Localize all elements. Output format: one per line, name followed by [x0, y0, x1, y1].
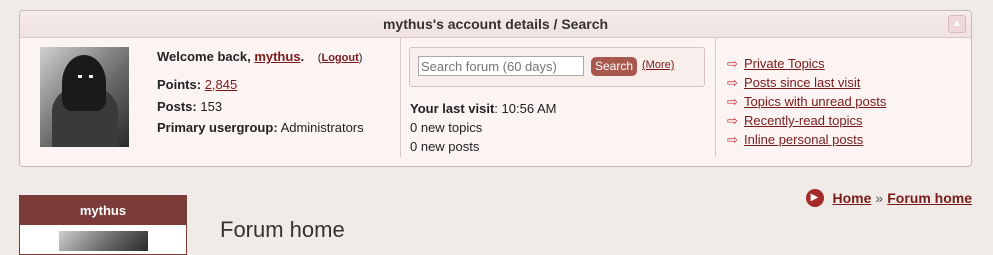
arrow-right-icon: ⇨	[727, 74, 738, 90]
breadcrumb-separator: »	[875, 190, 884, 206]
quick-link-posts-since-last-visit[interactable]: ⇨ Posts since last visit	[727, 73, 886, 92]
arrow-right-icon: ⇨	[727, 131, 738, 147]
usergroup-stat: Primary usergroup: Administrators	[157, 120, 364, 135]
collapse-icon[interactable]: ▲	[948, 15, 966, 33]
welcome-prefix: Welcome back,	[157, 49, 255, 64]
welcome-line: Welcome back, mythus. (Logout)	[157, 49, 362, 64]
points-stat: Points: 2,845	[157, 77, 237, 92]
last-visit: Your last visit: 10:56 AM	[410, 101, 556, 116]
usergroup-value: Administrators	[280, 120, 364, 135]
avatar[interactable]	[59, 231, 148, 251]
home-icon[interactable]: ▶	[805, 189, 824, 207]
welcome-suffix: .	[300, 49, 305, 64]
arrow-right-icon: ⇨	[727, 112, 738, 128]
quick-link-label[interactable]: Topics with unread posts	[744, 94, 886, 109]
quick-link-recently-read[interactable]: ⇨ Recently-read topics	[727, 111, 886, 130]
quick-link-label[interactable]: Recently-read topics	[744, 113, 863, 128]
logout-wrap: (Logout)	[318, 52, 363, 64]
breadcrumb-home[interactable]: Home	[833, 190, 872, 206]
panel-title: mythus's account details / Search	[20, 11, 971, 38]
last-visit-label: Your last visit	[410, 101, 495, 116]
posts-label: Posts:	[157, 99, 197, 114]
quick-link-label[interactable]: Posts since last visit	[744, 75, 860, 90]
quick-link-label[interactable]: Private Topics	[744, 56, 825, 71]
points-label: Points:	[157, 77, 202, 92]
more-search-link[interactable]: (More)	[642, 59, 674, 71]
arrow-right-icon: ⇨	[727, 55, 738, 71]
breadcrumb-forum-home[interactable]: Forum home	[887, 190, 972, 206]
search-box: Search (More)	[409, 47, 705, 87]
quick-link-inline-personal-posts[interactable]: ⇨ Inline personal posts	[727, 130, 886, 149]
account-panel: mythus's account details / Search ▲ Welc…	[19, 10, 972, 167]
breadcrumb: ▶ Home » Forum home	[805, 189, 972, 207]
quick-link-unread-topics[interactable]: ⇨ Topics with unread posts	[727, 92, 886, 111]
avatar[interactable]	[40, 47, 129, 147]
divider	[715, 37, 716, 157]
posts-value: 153	[200, 99, 223, 114]
username-link[interactable]: mythus	[254, 49, 300, 64]
quick-links: ⇨ Private Topics ⇨ Posts since last visit …	[727, 54, 886, 149]
points-value[interactable]: 2,845	[205, 77, 238, 92]
search-input[interactable]	[418, 56, 584, 76]
posts-stat: Posts: 153	[157, 99, 222, 114]
new-topics-count: 0 new topics	[410, 120, 483, 135]
search-button[interactable]: Search	[591, 57, 637, 76]
divider	[400, 37, 401, 157]
usergroup-label: Primary usergroup:	[157, 120, 278, 135]
quick-link-private-topics[interactable]: ⇨ Private Topics	[727, 54, 886, 73]
arrow-right-icon: ⇨	[727, 93, 738, 109]
logout-link[interactable]: Logout	[321, 52, 358, 64]
new-posts-count: 0 new posts	[410, 139, 480, 154]
profile-card: mythus	[19, 195, 187, 255]
profile-name[interactable]: mythus	[20, 196, 186, 225]
logout-close: )	[358, 52, 363, 64]
quick-link-label[interactable]: Inline personal posts	[744, 132, 863, 147]
page-title: Forum home	[220, 217, 345, 242]
last-visit-value: : 10:56 AM	[494, 101, 557, 116]
